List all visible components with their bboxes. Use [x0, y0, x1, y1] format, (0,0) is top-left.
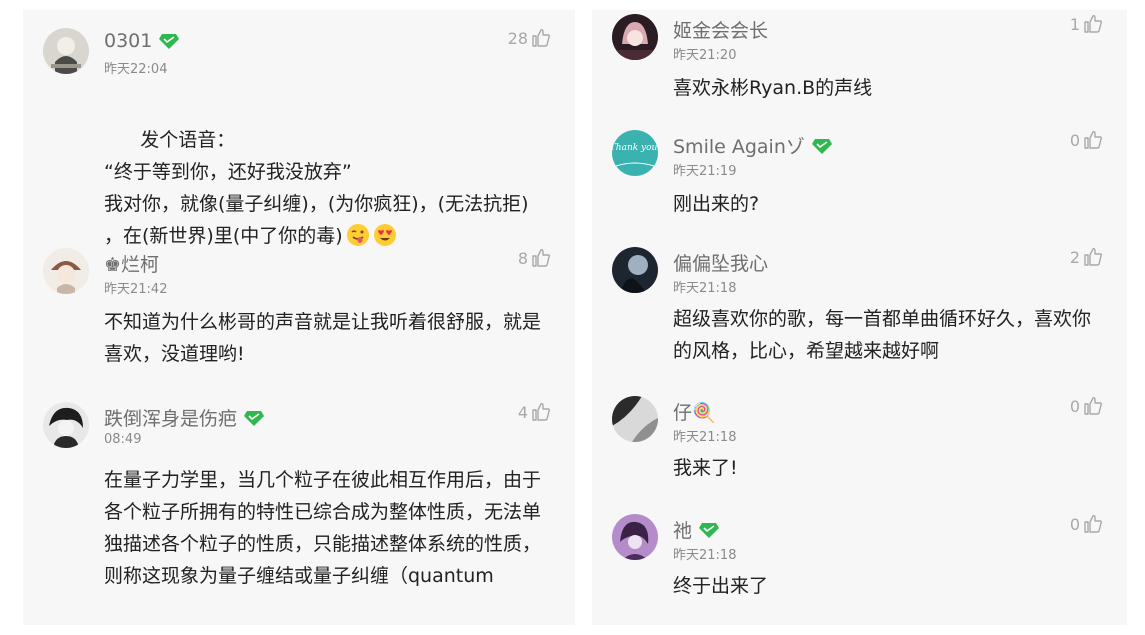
- like-count: 2: [1069, 247, 1080, 267]
- username[interactable]: 0301: [104, 30, 180, 52]
- comment-text: 刚出来的?: [673, 193, 760, 215]
- like-button[interactable]: 8: [518, 248, 551, 268]
- username-text: 仔🍭: [673, 402, 716, 424]
- thumbs-up-icon: [1083, 396, 1103, 416]
- username[interactable]: 偏偏坠我心: [673, 249, 768, 276]
- comment-timestamp: 昨天22:04: [104, 62, 168, 77]
- comment-text: 终于出来了: [673, 575, 769, 597]
- comment-item: 祂 昨天21:18 0 终于出来了: [592, 514, 1127, 614]
- like-count: 1: [1069, 14, 1080, 34]
- username-text: 偏偏坠我心: [673, 253, 769, 275]
- comments-panel-left: 0301 昨天22:04 28 发个语音： “终于等到你，还好我没放弃” 我对你…: [23, 10, 575, 625]
- vip-badge-icon: [158, 32, 180, 50]
- like-count: 28: [507, 28, 528, 48]
- thumbs-up-icon: [1083, 130, 1103, 150]
- comment-item: 姬金会会长 昨天21:20 1 喜欢永彬Ryan.B的声线: [592, 14, 1127, 114]
- like-button[interactable]: 0: [1070, 396, 1103, 416]
- avatar[interactable]: [612, 514, 658, 560]
- thumbs-up-icon: [531, 28, 551, 48]
- like-button[interactable]: 4: [518, 402, 551, 422]
- comment-item: ♚烂柯 昨天21:42 8 不知道为什么彬哥的声音就是让我听着很舒服，就是喜欢，…: [23, 248, 575, 388]
- like-button[interactable]: 1: [1070, 14, 1103, 34]
- avatar[interactable]: Thank you.: [612, 130, 658, 176]
- username-text: 0301: [104, 30, 153, 52]
- username[interactable]: 姬金会会长: [673, 16, 768, 43]
- like-count: 0: [1069, 396, 1080, 416]
- like-button[interactable]: 28: [508, 28, 551, 48]
- comment-timestamp: 昨天21:42: [104, 282, 168, 297]
- username[interactable]: 仔🍭: [673, 398, 716, 425]
- comment-timestamp: 08:49: [104, 432, 142, 447]
- comment-text: 不知道为什么彬哥的声音就是让我听着很舒服，就是喜欢，没道理哟!: [104, 311, 542, 365]
- comments-panel-right: 姬金会会长 昨天21:20 1 喜欢永彬Ryan.B的声线 Thank you.…: [592, 10, 1127, 625]
- comment-timestamp: 昨天21:18: [673, 281, 737, 296]
- comment-item: 仔🍭 昨天21:18 0 我来了!: [592, 396, 1127, 496]
- comment-timestamp: 昨天21:18: [673, 548, 737, 563]
- thumbs-up-icon: [1083, 14, 1103, 34]
- avatar-image: [43, 28, 89, 74]
- comment-text-content: 发个语音： “终于等到你，还好我没放弃” 我对你，就像(量子纠缠)，(为你疯狂)…: [104, 129, 529, 247]
- like-count: 8: [517, 248, 528, 268]
- like-button[interactable]: 0: [1070, 130, 1103, 150]
- comment-item: 跌倒浑身是伤疤 08:49 4 在量子力学里，当几个粒子在彼此相互作用后，由于各…: [23, 402, 575, 632]
- avatar-image: Thank you.: [612, 130, 658, 176]
- thumbs-up-icon: [1083, 514, 1103, 534]
- username-text: 姬金会会长: [673, 20, 769, 42]
- username-text: 跌倒浑身是伤疤: [104, 408, 238, 430]
- thumbs-up-icon: [531, 402, 551, 422]
- comment-item: 0301 昨天22:04 28 发个语音： “终于等到你，还好我没放弃” 我对你…: [23, 28, 575, 247]
- username[interactable]: 祂: [673, 516, 720, 543]
- avatar-image: [43, 248, 89, 294]
- avatar-image: [612, 14, 658, 60]
- avatar[interactable]: [612, 247, 658, 293]
- vip-badge-icon: [811, 137, 833, 155]
- avatar-image: [612, 514, 658, 560]
- like-count: 0: [1069, 130, 1080, 150]
- like-count: 4: [517, 402, 528, 422]
- vip-badge-icon: [243, 409, 265, 427]
- comment-timestamp: 昨天21:19: [673, 164, 737, 179]
- avatar[interactable]: [612, 14, 658, 60]
- heart-eyes-emoji: [373, 224, 396, 246]
- like-button[interactable]: 2: [1070, 247, 1103, 267]
- comment-text: 超级喜欢你的歌，每一首都单曲循环好久，喜欢你的风格，比心，希望越来越好啊: [673, 308, 1092, 362]
- username-text: 祂: [673, 520, 693, 542]
- username-text: Smile Againゾ: [673, 136, 805, 158]
- comment-text: 在量子力学里，当几个粒子在彼此相互作用后，由于各个粒子所拥有的特性已综合成为整体…: [104, 469, 542, 587]
- avatar-image: [43, 402, 89, 448]
- comment-text: 我来了!: [673, 457, 738, 479]
- avatar-image: [612, 396, 658, 442]
- comment-text: 喜欢永彬Ryan.B的声线: [673, 77, 873, 99]
- avatar-text: Thank you.: [612, 143, 658, 153]
- username-text: ♚烂柯: [104, 254, 160, 276]
- comment-timestamp: 昨天21:20: [673, 48, 737, 63]
- comment-item: Thank you. Smile Againゾ 昨天21:19 0 刚出来的?: [592, 130, 1127, 230]
- avatar-image: [612, 247, 658, 293]
- comment-timestamp: 昨天21:18: [673, 430, 737, 445]
- username[interactable]: ♚烂柯: [104, 250, 159, 277]
- avatar[interactable]: [612, 396, 658, 442]
- avatar[interactable]: [43, 402, 89, 448]
- like-button[interactable]: 0: [1070, 514, 1103, 534]
- vip-badge-icon: [698, 521, 720, 539]
- avatar[interactable]: [43, 248, 89, 294]
- thumbs-up-icon: [531, 248, 551, 268]
- username[interactable]: Smile Againゾ: [673, 132, 833, 159]
- like-count: 0: [1069, 514, 1080, 534]
- winking-tongue-emoji: [346, 224, 369, 246]
- username[interactable]: 跌倒浑身是伤疤: [104, 404, 265, 431]
- comment-item: 偏偏坠我心 昨天21:18 2 超级喜欢你的歌，每一首都单曲循环好久，喜欢你的风…: [592, 247, 1127, 387]
- thumbs-up-icon: [1083, 247, 1103, 267]
- avatar[interactable]: [43, 28, 89, 74]
